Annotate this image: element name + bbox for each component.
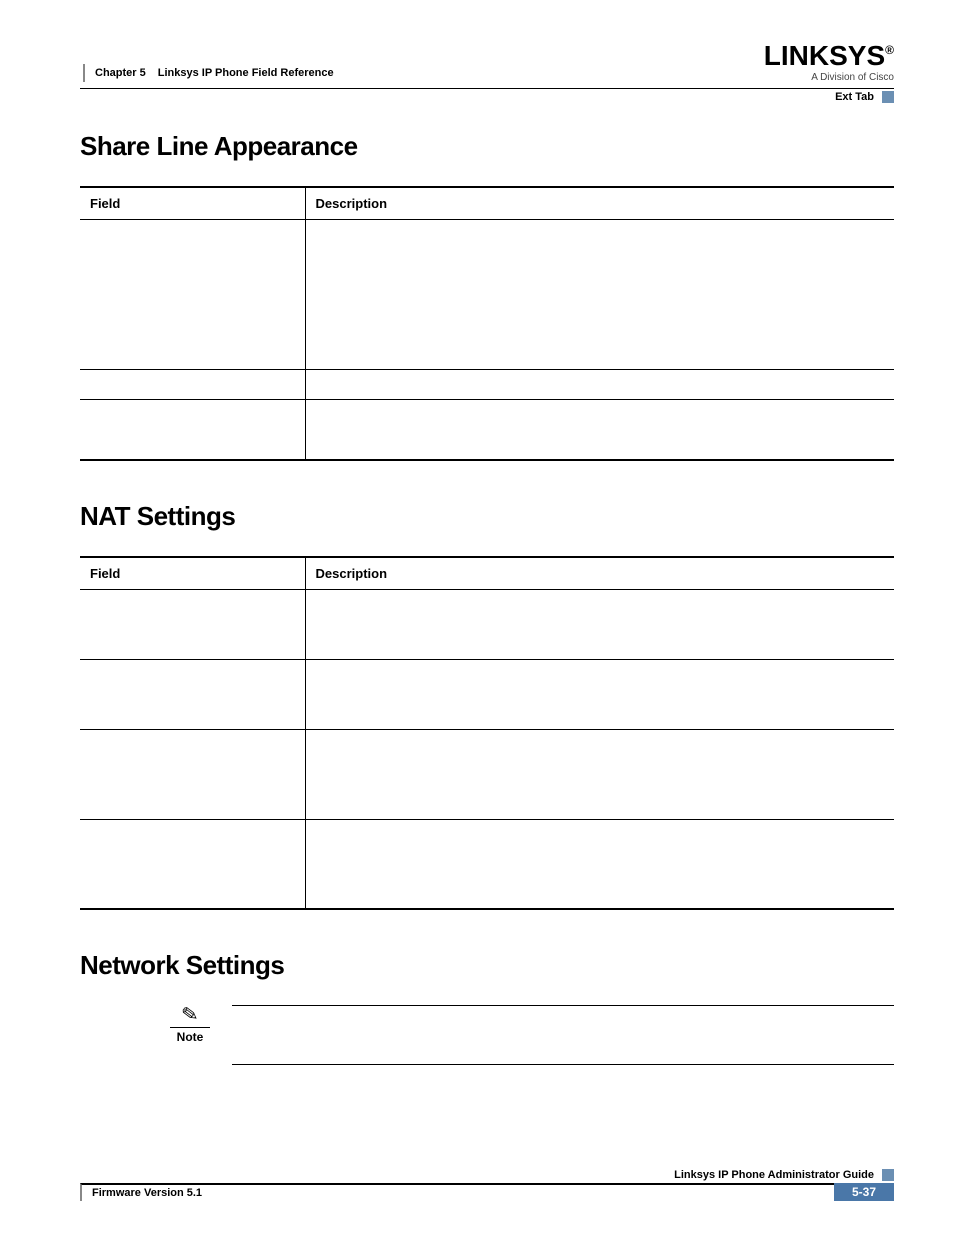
footer-guide-title: Linksys IP Phone Administrator Guide [674,1169,874,1181]
note-body [232,1005,894,1065]
cell-field [80,819,305,909]
table-row [80,819,894,909]
cell-description [305,819,894,909]
ext-tab-label: Ext Tab [835,91,874,103]
section-title-network: Network Settings [80,950,894,981]
table-header-field: Field [80,187,305,220]
chapter-number: Chapter 5 [95,67,146,79]
table-row [80,659,894,729]
cell-field [80,370,305,400]
chapter-title: Linksys IP Phone Field Reference [158,67,334,79]
table-row [80,400,894,460]
table-header-field: Field [80,557,305,590]
cell-description [305,729,894,819]
share-line-table: Field Description [80,186,894,461]
logo-trademark: ® [885,43,894,57]
cell-field [80,220,305,370]
footer-page-number: 5-37 [834,1183,894,1201]
cell-description [305,589,894,659]
cell-description [305,370,894,400]
logo-text: LINKSYS [764,40,885,71]
footer-marker-icon [882,1169,894,1181]
table-row [80,370,894,400]
footer-firmware: Firmware Version 5.1 [80,1183,834,1201]
note-block: ✎ Note [170,1005,894,1065]
cell-description [305,400,894,460]
page-footer: Linksys IP Phone Administrator Guide Fir… [80,1169,894,1201]
cell-description [305,220,894,370]
cell-field [80,589,305,659]
tab-marker-icon [882,91,894,103]
cell-description [305,659,894,729]
table-header-description: Description [305,557,894,590]
note-label: Note [170,1030,210,1044]
table-header-description: Description [305,187,894,220]
tab-indicator-row: Ext Tab [80,88,894,103]
table-row [80,220,894,370]
brand-logo: LINKSYS® A Division of Cisco [764,42,894,83]
section-title-share-line: Share Line Appearance [80,131,894,162]
table-row [80,589,894,659]
chapter-heading: Chapter 5 Linksys IP Phone Field Referen… [83,50,334,82]
cell-field [80,400,305,460]
table-row [80,729,894,819]
nat-settings-table: Field Description [80,556,894,911]
pencil-icon: ✎ [169,1002,211,1027]
cell-field [80,729,305,819]
cell-field [80,659,305,729]
section-title-nat: NAT Settings [80,501,894,532]
logo-subtitle: A Division of Cisco [764,72,894,83]
